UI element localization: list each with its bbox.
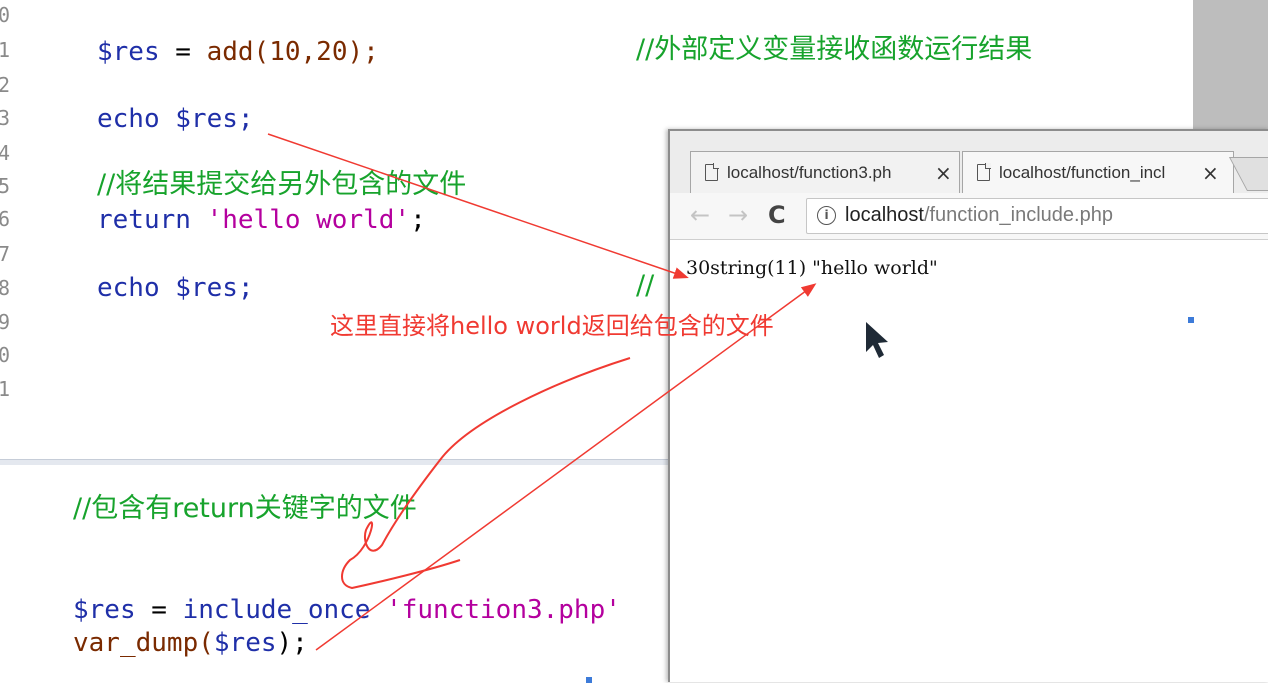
line-number: 0	[0, 343, 11, 367]
window-resize-handle[interactable]	[1188, 317, 1194, 323]
forward-icon[interactable]: →	[728, 201, 748, 229]
window-resize-handle[interactable]	[586, 677, 592, 683]
code-variable: $res	[213, 628, 277, 658]
tab-strip: localhost/function3.ph × localhost/funct…	[670, 131, 1268, 194]
url-text: localhost/function_include.php	[845, 204, 1113, 227]
code-keyword: echo	[97, 104, 160, 134]
desktop-background-top	[1193, 0, 1268, 130]
tab-function-include[interactable]: localhost/function_incl ×	[962, 151, 1234, 194]
page-output: 30string(11) "hello world"	[686, 257, 938, 279]
code-operator: =	[159, 37, 207, 67]
code-string: 'hello world'	[206, 205, 411, 235]
page-icon	[977, 163, 991, 181]
line-number: 7	[0, 242, 11, 266]
code-variable: $res	[73, 595, 136, 625]
line-number: 8	[0, 276, 11, 300]
close-icon[interactable]: ×	[1202, 161, 1219, 185]
editor-bottom-pane[interactable]: //包含有return关键字的文件 $res = include_once 'f…	[0, 465, 668, 680]
code-variable: $res;	[175, 273, 254, 303]
browser-toolbar: ← → C i localhost/function_include.php	[670, 193, 1268, 240]
code-line-return[interactable]: return 'hello world';	[97, 205, 426, 235]
info-icon[interactable]: i	[817, 206, 836, 225]
code-line-echo[interactable]: echo $res;	[97, 104, 254, 134]
code-function-call: var_dump(	[73, 628, 214, 658]
line-number: 6	[0, 207, 11, 231]
line-number: 5	[0, 174, 11, 198]
line-number: 1	[0, 38, 11, 62]
browser-window[interactable]: localhost/function3.ph × localhost/funct…	[668, 129, 1268, 682]
line-number: 9	[0, 310, 11, 334]
code-variable: $res;	[175, 104, 254, 134]
code-punctuation: );	[276, 628, 308, 658]
code-function-call: add(10,20);	[206, 37, 379, 67]
code-keyword: echo	[97, 273, 160, 303]
address-bar[interactable]: i localhost/function_include.php	[806, 198, 1268, 234]
code-comment: //将结果提交给另外包含的文件	[97, 169, 467, 200]
code-semicolon: ;	[410, 205, 426, 235]
new-tab-button[interactable]	[1228, 157, 1268, 191]
annotation-text: 这里直接将hello world返回给包含的文件	[330, 312, 774, 340]
back-icon[interactable]: ←	[690, 201, 710, 229]
url-path: /function_include.php	[923, 204, 1113, 226]
code-line-echo-2[interactable]: echo $res;	[97, 273, 254, 303]
url-host: localhost	[845, 204, 924, 226]
reload-icon[interactable]: C	[768, 201, 786, 229]
tab-function3[interactable]: localhost/function3.ph ×	[690, 151, 960, 194]
line-number: 4	[0, 141, 11, 165]
line-number: 0	[0, 3, 11, 27]
code-operator: =	[135, 595, 183, 625]
code-line-add[interactable]: $res = add(10,20);	[97, 37, 379, 67]
code-keyword: return	[97, 205, 191, 235]
line-number: 3	[0, 106, 11, 130]
code-line-include[interactable]: $res = include_once 'function3.php'	[73, 595, 621, 625]
code-comment: //	[636, 270, 655, 301]
page-icon	[705, 163, 719, 181]
code-keyword: include_once	[182, 595, 371, 625]
code-string: 'function3.php'	[386, 595, 621, 625]
code-variable: $res	[97, 37, 160, 67]
line-number: 2	[0, 73, 11, 97]
tab-label: localhost/function3.ph	[727, 163, 892, 182]
code-comment: //包含有return关键字的文件	[73, 493, 417, 524]
line-number: 1	[0, 377, 11, 401]
tab-label: localhost/function_incl	[999, 163, 1166, 182]
code-comment: //外部定义变量接收函数运行结果	[636, 34, 1033, 65]
code-line-var-dump[interactable]: var_dump($res);	[73, 628, 308, 658]
close-icon[interactable]: ×	[935, 161, 952, 185]
